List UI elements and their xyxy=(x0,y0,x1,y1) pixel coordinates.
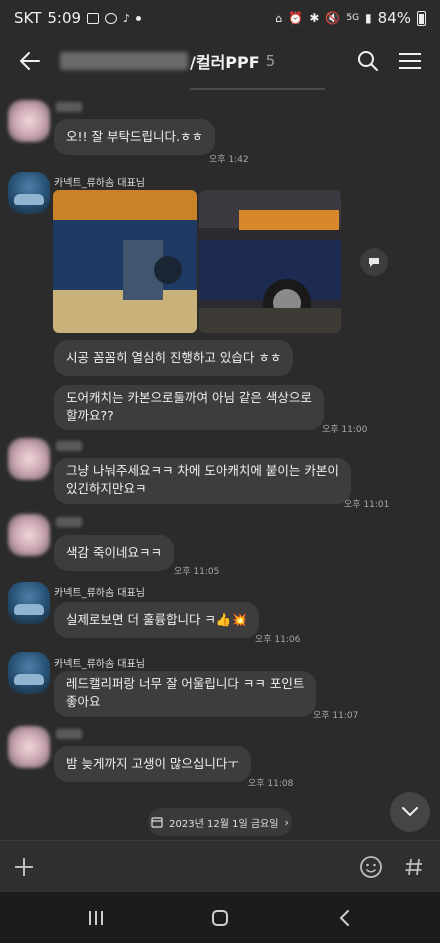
sender-name: 카넥트_류하솜 대표님 xyxy=(54,659,145,670)
search-icon xyxy=(358,51,378,71)
share-button[interactable] xyxy=(360,248,388,276)
share-icon xyxy=(369,258,379,267)
home-icon xyxy=(212,909,228,926)
message-time: 오후 11:00 xyxy=(322,425,368,435)
message-time: 오후 11:08 xyxy=(248,779,294,789)
attach-button[interactable] xyxy=(2,841,46,893)
plus-icon xyxy=(15,858,33,876)
hashtag-search-button[interactable] xyxy=(392,841,436,893)
system-nav-bar xyxy=(0,892,440,943)
signal-icon: ▮ xyxy=(365,11,372,25)
message-time: 오후 11:05 xyxy=(174,567,220,577)
date-jump-chip[interactable]: 2023년 12월 1일 금요일 › xyxy=(148,808,292,836)
hamburger-menu-icon xyxy=(399,53,421,69)
menu-button[interactable] xyxy=(388,36,432,86)
chat-title: /컬러PPF 5 xyxy=(60,49,275,73)
message-time: 오후 1:42 xyxy=(209,155,249,165)
message-bubble[interactable]: 색감 죽이네요ㅋㅋ xyxy=(54,535,174,571)
home-button[interactable] xyxy=(190,892,250,943)
avatar[interactable] xyxy=(8,582,50,624)
gallery-notification-icon xyxy=(87,12,100,24)
car-photo-2[interactable] xyxy=(199,190,341,333)
battery-percent: 84% xyxy=(377,9,411,27)
chat-area[interactable]: 오!! 잘 부탁드립니다.ㅎㅎ 오후 1:42 카넥트_류하솜 대표님 시공 꼼… xyxy=(0,86,440,840)
previous-message-fragment xyxy=(190,88,325,90)
avatar[interactable] xyxy=(8,514,50,556)
carrier-label: SKT xyxy=(14,9,42,27)
avatar[interactable] xyxy=(8,100,50,142)
chevron-down-icon xyxy=(402,807,418,817)
message-line: 좋아요 xyxy=(66,694,101,709)
bluetooth-icon: ✱ xyxy=(309,11,320,25)
message-time: 오후 11:01 xyxy=(344,500,390,510)
search-button[interactable] xyxy=(346,36,390,86)
chat-header: /컬러PPF 5 xyxy=(0,36,440,86)
message-input[interactable] xyxy=(50,849,340,885)
avatar[interactable] xyxy=(8,172,50,214)
message-line: 도어캐치는 카본으로둘까여 아님 같은 색상으로 xyxy=(66,390,312,405)
emoticon-button[interactable] xyxy=(349,841,393,893)
back-chevron-icon xyxy=(339,909,349,926)
message-time: 오후 11:07 xyxy=(313,711,359,721)
status-bar: SKT 5:09 ♪ ⌂ ⏰ ✱ 🔇 5G ▮ 84% xyxy=(0,0,440,36)
message-bubble[interactable]: 밤 늦게까지 고생이 많으십니다ㅜ xyxy=(54,746,251,782)
blurred-sender-name xyxy=(56,441,82,451)
talk-notification-icon xyxy=(105,12,118,24)
scroll-to-bottom-button[interactable] xyxy=(390,792,430,832)
blurred-sender-name xyxy=(56,102,82,112)
message-line: 할까요?? xyxy=(66,408,114,423)
calendar-icon xyxy=(151,817,163,828)
blurred-sender-name xyxy=(56,517,82,527)
avatar[interactable] xyxy=(8,652,50,694)
message-bubble[interactable]: 실제로보면 더 훌륭합니다 ㅋ👍💥 xyxy=(54,602,260,638)
chat-title-text: /컬러PPF xyxy=(190,53,260,72)
5g-icon: 5G xyxy=(346,13,360,23)
lock-icon: ⌂ xyxy=(275,11,283,25)
sender-name: 카넥트_류하솜 대표님 xyxy=(54,178,145,189)
sender-name: 카넥트_류하솜 대표님 xyxy=(54,588,145,599)
smiley-icon xyxy=(360,856,382,878)
car-wrap-photo-image xyxy=(53,190,197,333)
blurred-title-text xyxy=(60,52,188,70)
message-line: 있긴하지만요ㅋ xyxy=(66,481,147,496)
blurred-sender-name xyxy=(56,729,82,739)
alarm-icon: ⏰ xyxy=(288,11,304,25)
mute-icon: 🔇 xyxy=(325,11,341,25)
car-photo-1[interactable] xyxy=(53,190,197,333)
back-button[interactable] xyxy=(0,36,60,86)
message-bubble[interactable]: 시공 꼼꼼히 열심히 진행하고 있습다 ㅎㅎ xyxy=(54,340,294,376)
avatar[interactable] xyxy=(8,726,50,768)
message-input-bar xyxy=(0,840,440,892)
avatar[interactable] xyxy=(8,438,50,480)
message-line: 그냥 나눠주세요ㅋㅋ 차에 도아캐치에 붙이는 카본이 xyxy=(66,463,339,478)
message-time: 오후 11:06 xyxy=(255,635,301,645)
notification-icon: ♪ xyxy=(123,11,131,25)
recent-apps-icon xyxy=(89,910,103,925)
message-bubble[interactable]: 그냥 나눠주세요ㅋㅋ 차에 도아캐치에 붙이는 카본이 있긴하지만요ㅋ xyxy=(54,458,351,504)
message-line: 레드캘리퍼랑 너무 잘 어울립니다 ㅋㅋ 포인트 xyxy=(66,676,305,691)
chevron-right-icon: › xyxy=(284,815,289,829)
date-chip-label: 2023년 12월 1일 금요일 xyxy=(169,818,279,830)
message-bubble[interactable]: 오!! 잘 부탁드립니다.ㅎㅎ xyxy=(54,119,215,155)
car-front-photo-image xyxy=(199,190,341,333)
system-back-button[interactable] xyxy=(314,892,374,943)
clock: 5:09 xyxy=(47,9,82,27)
more-notifications-icon xyxy=(136,15,142,21)
message-bubble[interactable]: 도어캐치는 카본으로둘까여 아님 같은 색상으로 할까요?? xyxy=(54,385,324,430)
member-count: 5 xyxy=(265,52,276,70)
battery-icon xyxy=(417,10,426,26)
message-bubble[interactable]: 레드캘리퍼랑 너무 잘 어울립니다 ㅋㅋ 포인트 좋아요 xyxy=(54,671,317,717)
back-arrow-icon xyxy=(20,52,40,70)
hashtag-icon xyxy=(405,858,422,876)
recent-apps-button[interactable] xyxy=(66,892,126,943)
